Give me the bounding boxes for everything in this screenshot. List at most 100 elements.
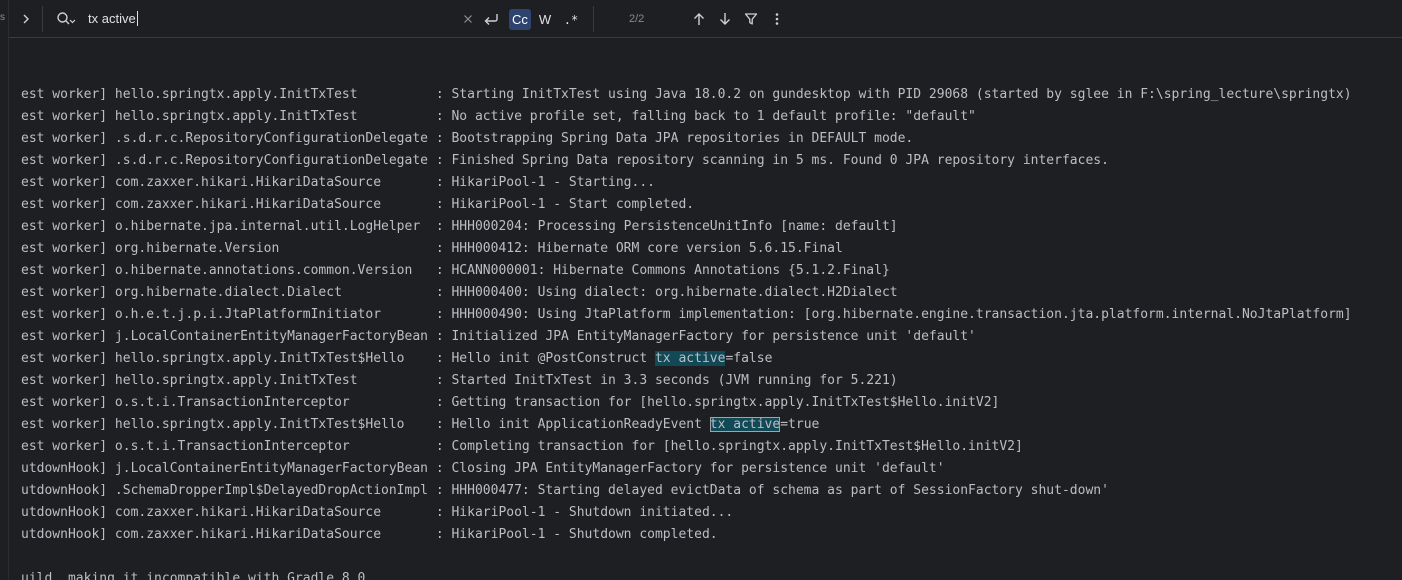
log-logger: .s.d.r.c.RepositoryConfigurationDelegate	[114, 131, 428, 146]
log-line: est worker] hello.springtx.apply.InitTxT…	[21, 417, 820, 432]
log-thread: est worker]	[21, 285, 108, 300]
log-thread: est worker]	[21, 109, 108, 124]
log-thread: est worker]	[21, 219, 108, 234]
log-thread: est worker]	[21, 241, 108, 256]
log-logger: com.zaxxer.hikari.HikariDataSource	[114, 197, 428, 212]
log-message: HikariPool-1 - Shutdown completed.	[451, 527, 718, 542]
log-message: Finished Spring Data repository scanning…	[451, 153, 1109, 168]
log-message: HHH000204: Processing PersistenceUnitInf…	[451, 219, 898, 234]
log-logger: .SchemaDropperImpl$DelayedDropActionImpl	[114, 483, 428, 498]
log-line: est worker] hello.springtx.apply.InitTxT…	[21, 87, 1352, 102]
log-logger: hello.springtx.apply.InitTxTest$Hello	[114, 351, 428, 366]
log-thread: est worker]	[21, 131, 108, 146]
more-options-button[interactable]	[767, 9, 787, 29]
regex-toggle[interactable]: .*	[560, 9, 582, 30]
log-thread: utdownHook]	[21, 461, 108, 476]
log-message: HikariPool-1 - Start completed.	[451, 197, 695, 212]
search-history-button[interactable]	[55, 10, 77, 28]
log-logger: o.hibernate.jpa.internal.util.LogHelper	[114, 219, 428, 234]
log-logger: hello.springtx.apply.InitTxTest	[114, 373, 428, 388]
log-message: Getting transaction for [hello.springtx.…	[451, 395, 1000, 410]
log-message: HHH000400: Using dialect: org.hibernate.…	[451, 285, 898, 300]
log-thread: est worker]	[21, 439, 108, 454]
console-output[interactable]: est worker] hello.springtx.apply.InitTxT…	[21, 84, 1401, 580]
log-logger: .s.d.r.c.RepositoryConfigurationDelegate	[114, 153, 428, 168]
log-line: est worker] org.hibernate.dialect.Dialec…	[21, 285, 898, 300]
log-line: est worker] o.s.t.i.TransactionIntercept…	[21, 439, 1023, 454]
log-logger: o.s.t.i.TransactionInterceptor	[114, 395, 428, 410]
new-line-button[interactable]	[481, 9, 501, 29]
log-line: est worker] org.hibernate.Version : HHH0…	[21, 241, 843, 256]
log-thread: est worker]	[21, 351, 108, 366]
log-logger: hello.springtx.apply.InitTxTest	[114, 109, 428, 124]
log-logger: hello.springtx.apply.InitTxTest	[114, 87, 428, 102]
log-message: Initialized JPA EntityManagerFactory for…	[451, 329, 976, 344]
chevron-right-icon	[23, 14, 29, 24]
log-logger: org.hibernate.dialect.Dialect	[114, 285, 428, 300]
log-thread: est worker]	[21, 417, 108, 432]
log-line: est worker] hello.springtx.apply.InitTxT…	[21, 373, 898, 388]
next-match-button[interactable]	[715, 9, 735, 29]
log-line: est worker] hello.springtx.apply.InitTxT…	[21, 109, 976, 124]
search-input[interactable]: tx active	[88, 10, 458, 28]
expand-replace-button[interactable]	[17, 9, 35, 29]
log-thread: est worker]	[21, 153, 108, 168]
search-match: tx active	[654, 351, 726, 366]
log-line: utdownHook] com.zaxxer.hikari.HikariData…	[21, 527, 718, 542]
log-logger: com.zaxxer.hikari.HikariDataSource	[114, 527, 428, 542]
log-line: utdownHook] j.LocalContainerEntityManage…	[21, 461, 945, 476]
log-thread: est worker]	[21, 175, 108, 190]
log-thread: est worker]	[21, 307, 108, 322]
log-thread: utdownHook]	[21, 527, 108, 542]
match-case-toggle[interactable]: Cc	[509, 9, 531, 30]
log-line: est worker] o.h.e.t.j.p.i.JtaPlatformIni…	[21, 307, 1352, 322]
log-logger: j.LocalContainerEntityManagerFactoryBean	[114, 461, 428, 476]
log-message: Hello init ApplicationReadyEvent tx acti…	[451, 417, 820, 432]
text-caret	[136, 11, 138, 26]
log-message: Closing JPA EntityManagerFactory for per…	[451, 461, 945, 476]
log-line: utdownHook] com.zaxxer.hikari.HikariData…	[21, 505, 734, 520]
log-message: No active profile set, falling back to 1…	[451, 109, 976, 124]
log-thread: utdownHook]	[21, 505, 108, 520]
log-line: est worker] o.hibernate.annotations.comm…	[21, 263, 890, 278]
log-line: est worker] hello.springtx.apply.InitTxT…	[21, 351, 773, 366]
log-line: est worker] com.zaxxer.hikari.HikariData…	[21, 175, 655, 190]
log-line: utdownHook] .SchemaDropperImpl$DelayedDr…	[21, 483, 1109, 498]
log-message: HHH000412: Hibernate ORM core version 5.…	[451, 241, 843, 256]
editor-gutter: s	[0, 0, 9, 580]
filter-icon	[744, 13, 758, 25]
log-line: est worker] o.s.t.i.TransactionIntercept…	[21, 395, 1000, 410]
log-logger: hello.springtx.apply.InitTxTest$Hello	[114, 417, 428, 432]
console-search-bar: tx active Cc W .* 2/2	[9, 0, 1402, 38]
log-message: Started InitTxTest in 3.3 seconds (JVM r…	[451, 373, 898, 388]
log-line: est worker] .s.d.r.c.RepositoryConfigura…	[21, 153, 1109, 168]
log-message: HikariPool-1 - Shutdown initiated...	[451, 505, 734, 520]
log-thread: est worker]	[21, 197, 108, 212]
log-message: HHH000490: Using JtaPlatform implementat…	[451, 307, 1352, 322]
log-logger: o.h.e.t.j.p.i.JtaPlatformInitiator	[114, 307, 428, 322]
log-thread: est worker]	[21, 395, 108, 410]
log-message: Starting InitTxTest using Java 18.0.2 on…	[451, 87, 1352, 102]
close-icon	[464, 15, 472, 23]
log-line: est worker] j.LocalContainerEntityManage…	[21, 329, 976, 344]
arrow-down-icon	[720, 13, 730, 25]
log-line: est worker] com.zaxxer.hikari.HikariData…	[21, 197, 695, 212]
log-logger: org.hibernate.Version	[114, 241, 428, 256]
filter-button[interactable]	[741, 9, 761, 29]
separator	[42, 6, 43, 32]
clear-search-button[interactable]	[459, 10, 477, 28]
search-match-current: tx active	[709, 417, 781, 432]
previous-match-button[interactable]	[689, 9, 709, 29]
log-message: HCANN000001: Hibernate Commons Annotatio…	[451, 263, 890, 278]
log-thread: est worker]	[21, 329, 108, 344]
gutter-mark: s	[0, 12, 5, 23]
log-logger: com.zaxxer.hikari.HikariDataSource	[114, 505, 428, 520]
log-logger: o.hibernate.annotations.common.Version	[114, 263, 428, 278]
log-message: Bootstrapping Spring Data JPA repositori…	[451, 131, 914, 146]
log-thread: utdownHook]	[21, 483, 108, 498]
whole-words-toggle[interactable]: W	[534, 9, 556, 30]
search-history-icon	[57, 12, 76, 25]
log-line: est worker] o.hibernate.jpa.internal.uti…	[21, 219, 898, 234]
log-thread: est worker]	[21, 263, 108, 278]
arrow-up-icon	[694, 13, 704, 25]
